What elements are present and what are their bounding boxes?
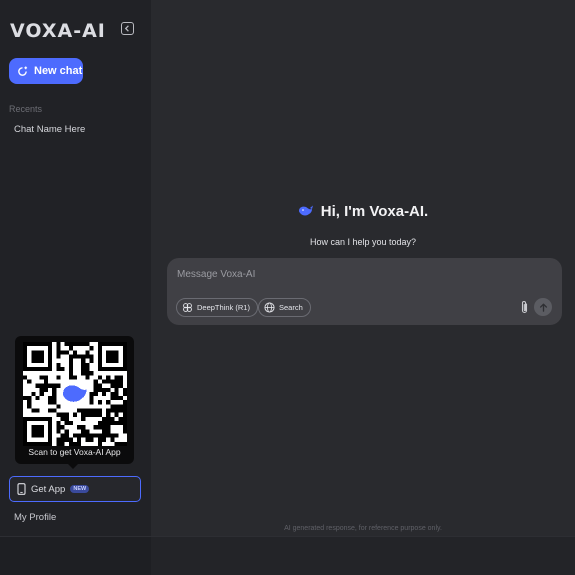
whale-logo-icon — [298, 205, 313, 216]
get-app-button[interactable]: Get App NEW — [9, 476, 141, 502]
search-toggle[interactable]: Search — [258, 298, 311, 317]
new-badge: NEW — [70, 485, 90, 493]
new-chat-icon — [18, 65, 28, 76]
recents-heading: Recents — [9, 104, 43, 114]
get-app-qr-popup: Scan to get Voxa-AI App — [15, 336, 134, 469]
greeting-text: Hi, I'm Voxa-AI. — [320, 203, 429, 220]
deepthink-toggle[interactable]: DeepThink (R1) — [176, 298, 258, 317]
search-label: Search — [279, 303, 303, 312]
qr-code — [23, 342, 127, 446]
collapse-sidebar-icon — [124, 25, 129, 32]
get-app-label: Get App — [31, 483, 66, 495]
message-input[interactable]: Message Voxa-AI — [177, 269, 255, 280]
arrow-up-icon — [539, 302, 547, 312]
paperclip-icon[interactable] — [519, 300, 530, 315]
message-composer[interactable]: Message Voxa-AI DeepThink (R1) Search — [167, 258, 562, 325]
app-logo: VOXA-AI — [10, 20, 106, 42]
qr-caption: Scan to get Voxa-AI App — [28, 447, 121, 457]
phone-icon — [17, 483, 26, 495]
welcome-subtitle: How can I help you today? — [309, 237, 417, 247]
welcome-heading: Hi, I'm Voxa-AI. — [151, 203, 575, 220]
collapse-sidebar-button[interactable] — [121, 22, 134, 35]
bottom-bar — [0, 536, 575, 575]
bottom-bar-sidebar-section — [0, 537, 151, 575]
deepthink-label: DeepThink (R1) — [197, 303, 250, 312]
sidebar: VOXA-AI New chat Recents Chat Name Here … — [0, 0, 151, 575]
chat-list-item[interactable]: Chat Name Here — [14, 124, 85, 135]
new-chat-button[interactable]: New chat — [9, 58, 83, 84]
disclaimer-text: AI generated response, for reference pur… — [284, 525, 442, 532]
new-chat-label: New chat — [34, 65, 83, 77]
globe-icon — [264, 302, 275, 313]
my-profile-link[interactable]: My Profile — [14, 512, 56, 523]
send-button[interactable] — [534, 298, 552, 316]
deepthink-icon — [183, 303, 192, 312]
